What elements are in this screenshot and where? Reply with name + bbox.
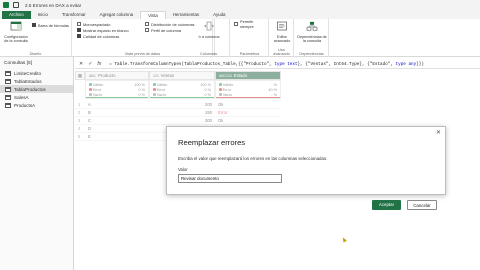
checkbox-icon bbox=[77, 28, 81, 32]
dependencies-icon bbox=[306, 21, 318, 31]
group-diseno: Configuración de la consulta Barra de fó… bbox=[0, 19, 72, 57]
formula-input[interactable]: = Table.TransformColumnTypes(TablaProduc… bbox=[109, 62, 424, 67]
confirm-formula-icon[interactable]: ✓ bbox=[88, 61, 92, 67]
checkbox-icon bbox=[32, 23, 36, 27]
table-icon bbox=[5, 70, 11, 76]
checkbox-icon bbox=[77, 34, 81, 38]
formula-bar-checkbox[interactable]: Barra de fórmulas bbox=[32, 22, 69, 28]
group-dependencias: Dependencias de la consulta Dependencias bbox=[295, 19, 329, 57]
tab-ayuda[interactable]: Ayuda bbox=[206, 11, 232, 19]
tab-agregar-columna[interactable]: Agregar columna bbox=[93, 11, 140, 19]
fx-icon[interactable]: fx bbox=[97, 61, 101, 67]
table-icon bbox=[5, 94, 11, 100]
replace-errors-dialog: ✕ Reemplazar errores Escriba el valor qu… bbox=[166, 126, 446, 210]
go-to-column-button[interactable]: Ir a columna bbox=[194, 21, 224, 39]
advanced-editor-icon bbox=[277, 21, 287, 31]
group-avanzado: Editor avanzado Uso avanzado bbox=[270, 19, 294, 57]
ribbon-tabs: Archivo Inicio Transformar Agregar colum… bbox=[0, 10, 480, 19]
checkbox-icon bbox=[145, 22, 149, 26]
table-icon bbox=[5, 102, 11, 108]
tab-archivo[interactable]: Archivo bbox=[2, 11, 31, 19]
query-dependencies-button[interactable]: Dependencias de la consulta bbox=[297, 21, 327, 44]
query-item[interactable]: LimiteCredito bbox=[0, 69, 73, 77]
window-title: 2.5 Errores en DAX a evitar bbox=[25, 2, 82, 8]
checkbox-icon bbox=[77, 22, 81, 26]
column-quality-checkbox[interactable]: Calidad de columnas bbox=[77, 33, 129, 39]
table-icon bbox=[5, 78, 11, 84]
group-columnas: Ir a columna Columnas bbox=[188, 19, 230, 57]
accept-button[interactable]: Aceptar bbox=[372, 200, 401, 210]
always-allow-checkbox[interactable]: Permitir siempre bbox=[234, 19, 268, 29]
app-icon bbox=[3, 2, 9, 8]
group-parametros: Permitir siempre Parámetros bbox=[231, 19, 269, 57]
query-item[interactable]: ProductsA bbox=[0, 101, 73, 109]
dialog-description: Escriba el valor que reemplazará los err… bbox=[178, 156, 328, 161]
whitespace-checkbox[interactable]: Mostrar espacio en blanco bbox=[77, 27, 129, 33]
checkbox-icon bbox=[145, 28, 149, 32]
queries-header[interactable]: Consultas [5] bbox=[0, 57, 73, 69]
dialog-title: Reemplazar errores bbox=[178, 138, 246, 147]
query-item[interactable]: TablaEstados bbox=[0, 77, 73, 85]
queries-pane: Consultas [5] LimiteCredito TablaEstados… bbox=[0, 57, 74, 270]
query-settings-button[interactable]: Configuración de la consulta bbox=[2, 21, 30, 44]
tab-transformar[interactable]: Transformar bbox=[55, 11, 93, 19]
formula-bar: ✕ ✓ fx = Table.TransformColumnTypes(Tabl… bbox=[75, 60, 480, 69]
tab-inicio[interactable]: Inicio bbox=[31, 11, 55, 19]
tab-vista[interactable]: Vista bbox=[140, 11, 166, 19]
cancel-formula-icon[interactable]: ✕ bbox=[79, 61, 83, 67]
save-icon[interactable] bbox=[13, 2, 19, 8]
ribbon: Configuración de la consulta Barra de fó… bbox=[0, 19, 480, 57]
query-item[interactable]: SalesA bbox=[0, 93, 73, 101]
close-icon[interactable]: ✕ bbox=[436, 129, 441, 136]
title-bar: 2.5 Errores en DAX a evitar bbox=[0, 0, 480, 10]
cancel-button[interactable]: Cancelar bbox=[407, 200, 437, 210]
value-label: Valor bbox=[178, 167, 188, 172]
query-item-selected[interactable]: TablaProductos bbox=[0, 85, 73, 93]
table-icon bbox=[5, 86, 11, 92]
advanced-editor-button[interactable]: Editor avanzado bbox=[271, 21, 293, 44]
tab-herramientas[interactable]: Herramientas bbox=[166, 11, 206, 19]
go-to-column-icon bbox=[204, 21, 214, 31]
value-input[interactable]: Revisar documento bbox=[178, 174, 282, 183]
query-settings-icon bbox=[10, 21, 22, 31]
checkbox-icon bbox=[234, 22, 238, 26]
